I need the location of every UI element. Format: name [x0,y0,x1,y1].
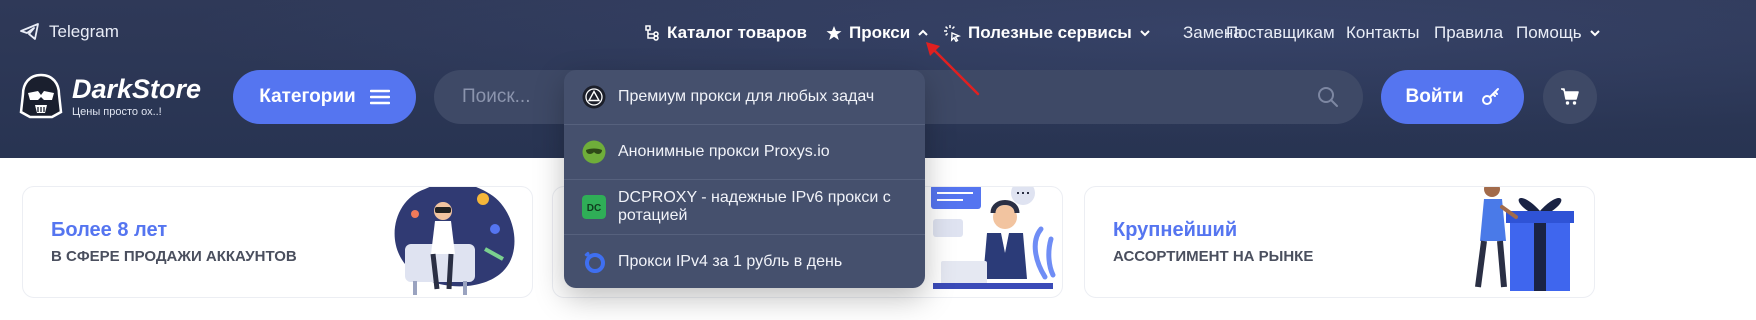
cart-icon [1561,88,1579,105]
proxy-dropdown-menu: Премиум прокси для любых задач Анонимные… [564,70,925,288]
proxy-menu-item[interactable]: Премиум прокси для любых задач [564,70,925,124]
nav-rules[interactable]: Правила [1434,23,1503,43]
nav-rules-label: Правила [1434,23,1504,42]
nav-services-label: Полезные сервисы [968,23,1132,42]
search-icon[interactable] [1317,86,1339,108]
dc-logo-icon: DC [582,195,606,219]
hamburger-icon [369,89,390,105]
vr-illustration-icon [394,187,515,295]
nav-contacts-label: Контакты [1346,23,1420,42]
proxy-menu-item-label: Премиум прокси для любых задач [618,88,875,105]
nav-catalog-label: Каталог товаров [667,23,807,42]
darth-helmet-logo-icon [19,73,63,119]
info-card-assortment: Крупнейший АССОРТИМЕНТ НА РЫНКЕ [1084,186,1595,298]
chevron-down-icon [1140,30,1150,37]
logo-subtitle: Цены просто ох..! [72,105,162,118]
annotation-arrow-icon [926,42,980,96]
nav-help-label: Помощь [1516,23,1582,42]
proxy-menu-item[interactable]: Прокси IPv4 за 1 рубль в день [564,235,925,288]
categories-button[interactable]: Категории [233,70,416,124]
card-title: Более 8 лет [51,219,168,241]
triangle-logo-icon [582,85,606,109]
nav-contacts[interactable]: Контакты [1346,23,1419,43]
login-button[interactable]: Войти [1381,70,1524,124]
nav-suppliers-label: Поставщикам [1226,23,1335,42]
proxy-menu-item[interactable]: Анонимные прокси Proxys.io [564,125,925,179]
site-logo[interactable]: DarkStore Цены просто ох..! [18,72,201,120]
key-icon [1481,88,1499,105]
categories-label: Категории [259,86,356,107]
star-icon [826,26,842,40]
nav-suppliers[interactable]: Поставщикам [1226,23,1335,43]
card-subtitle: АССОРТИМЕНТ НА РЫНКЕ [1113,248,1314,265]
proxy-menu-item[interactable]: DC DCPROXY - надежные IPv6 прокси с рота… [564,180,925,234]
main-nav: Каталог товаров Прокси Полезные сервисы … [0,22,1756,44]
info-card-experience: Более 8 лет В СФЕРЕ ПРОДАЖИ АККАУНТОВ [22,186,533,298]
chevron-down-icon [1589,30,1600,37]
nav-proxy[interactable]: Прокси [826,23,929,43]
cart-button[interactable] [1543,70,1597,124]
svg-text:DC: DC [587,203,601,214]
proxy-menu-item-label: DCPROXY - надежные IPv6 прокси с ротацие… [618,189,891,224]
gift-illustration-icon [1475,187,1574,291]
proxy-menu-item-label: Прокси IPv4 за 1 рубль в день [618,252,843,270]
nav-proxy-label: Прокси [849,23,911,42]
support-illustration-icon [931,187,1056,289]
tree-icon [645,25,659,41]
nav-catalog[interactable]: Каталог товаров [644,23,807,43]
logo-title: DarkStore [72,73,202,104]
mask-logo-icon [582,140,606,164]
card-subtitle: В СФЕРЕ ПРОДАЖИ АККАУНТОВ [51,248,297,265]
login-label: Войти [1405,86,1464,107]
proxy-menu-item-label: Анонимные прокси Proxys.io [618,143,830,160]
nav-help[interactable]: Помощь [1516,23,1601,43]
card-title: Крупнейший [1113,219,1238,241]
ring-logo-icon [584,251,605,273]
